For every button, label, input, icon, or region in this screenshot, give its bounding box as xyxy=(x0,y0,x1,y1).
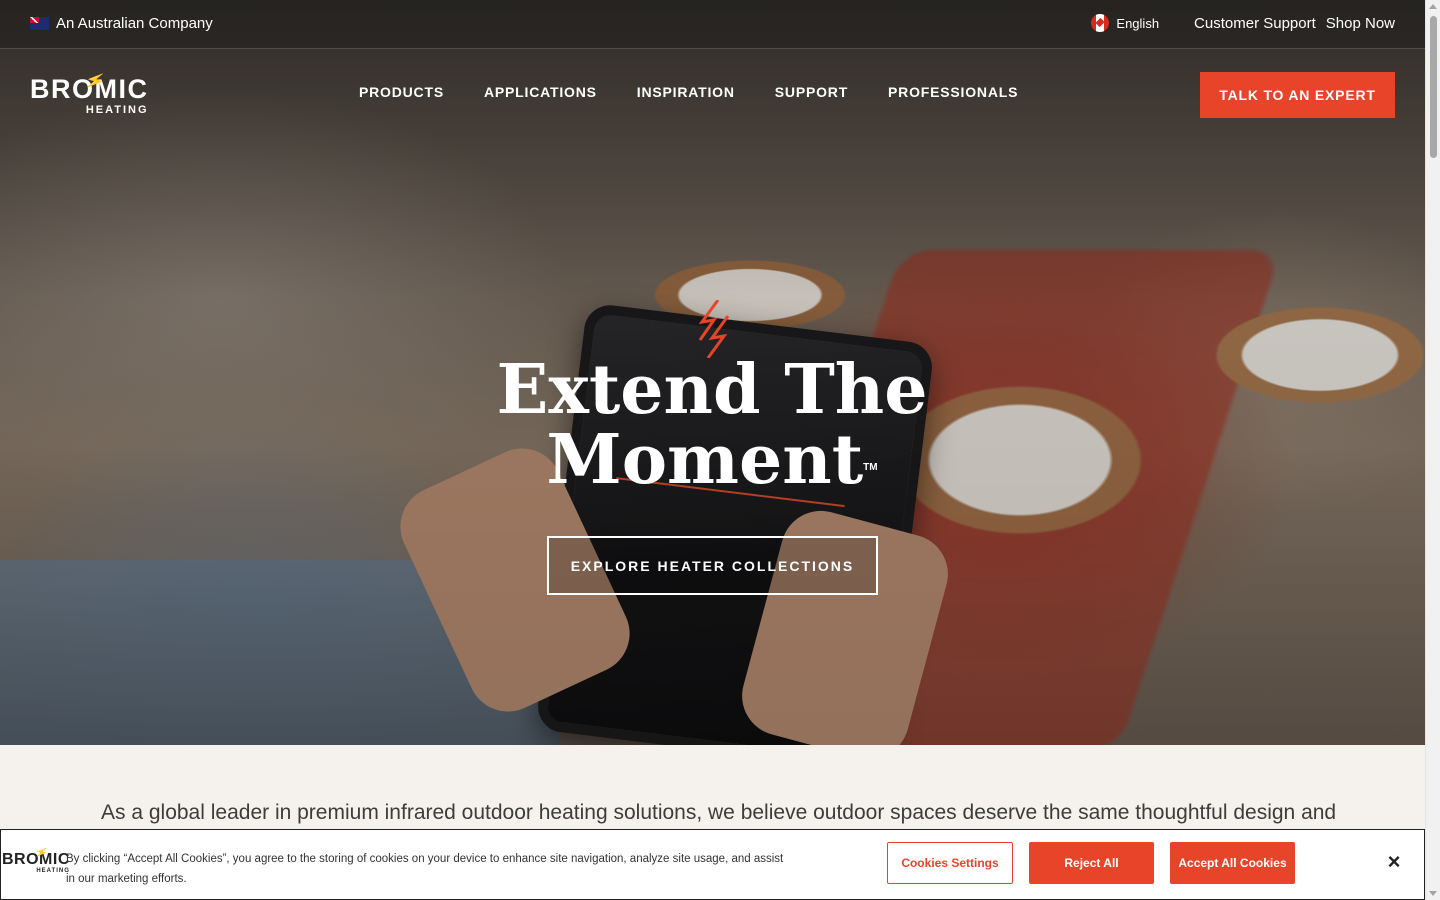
intro-text: As a global leader in premium infrared o… xyxy=(101,801,1337,824)
company-origin-text: An Australian Company xyxy=(56,15,213,32)
language-label: English xyxy=(1116,15,1160,31)
utility-links: English Customer Support Shop Now xyxy=(1091,14,1395,32)
utility-bar: An Australian Company English Customer S… xyxy=(0,0,1425,49)
nav-item-support[interactable]: SUPPORT xyxy=(775,84,848,100)
accept-all-cookies-button[interactable]: Accept All Cookies xyxy=(1170,842,1295,884)
logo-subtext: HEATING xyxy=(85,104,149,116)
australia-flag-icon xyxy=(30,17,49,30)
cookie-banner: BROMIC ⚡ HEATING By clicking “Accept All … xyxy=(0,829,1425,900)
bromic-logo[interactable]: BROMIC ⚡ HEATING xyxy=(30,70,149,116)
australian-company-badge: An Australian Company xyxy=(30,15,213,32)
customer-support-link[interactable]: Customer Support xyxy=(1194,15,1316,32)
nav-item-inspiration[interactable]: INSPIRATION xyxy=(637,84,735,100)
reject-all-button[interactable]: Reject All xyxy=(1029,842,1154,884)
talk-to-expert-button[interactable]: TALK TO AN EXPERT xyxy=(1200,72,1395,118)
hero-headline: Extend The MomentTM xyxy=(462,355,962,495)
cookies-settings-button[interactable]: Cookies Settings xyxy=(887,842,1013,884)
shop-now-link[interactable]: Shop Now xyxy=(1326,15,1395,32)
close-icon[interactable]: × xyxy=(1384,851,1404,873)
nav-item-products[interactable]: PRODUCTS xyxy=(359,84,444,100)
trademark-mark: TM xyxy=(863,462,878,473)
page-scrollbar[interactable] xyxy=(1425,0,1440,900)
canada-flag-icon xyxy=(1091,14,1110,32)
explore-heater-collections-button[interactable]: EXPLORE HEATER COLLECTIONS xyxy=(547,536,878,595)
nav-item-professionals[interactable]: PROFESSIONALS xyxy=(888,84,1018,100)
scroll-up-icon[interactable] xyxy=(1429,4,1437,9)
cookie-consent-text: By clicking “Accept All Cookies”, you ag… xyxy=(66,853,784,885)
cookie-banner-logo: BROMIC ⚡ HEATING xyxy=(2,846,70,874)
main-nav: PRODUCTS APPLICATIONS INSPIRATION SUPPOR… xyxy=(359,84,1018,100)
hero-headline-line1: Extend The xyxy=(496,350,928,430)
scroll-down-icon[interactable] xyxy=(1429,891,1437,896)
scrollbar-thumb[interactable] xyxy=(1430,16,1437,158)
nav-item-applications[interactable]: APPLICATIONS xyxy=(484,84,597,100)
hero-headline-line2: Moment xyxy=(546,420,864,500)
cookie-logo-subtext: HEATING xyxy=(36,868,70,874)
language-selector[interactable]: English xyxy=(1091,14,1159,32)
